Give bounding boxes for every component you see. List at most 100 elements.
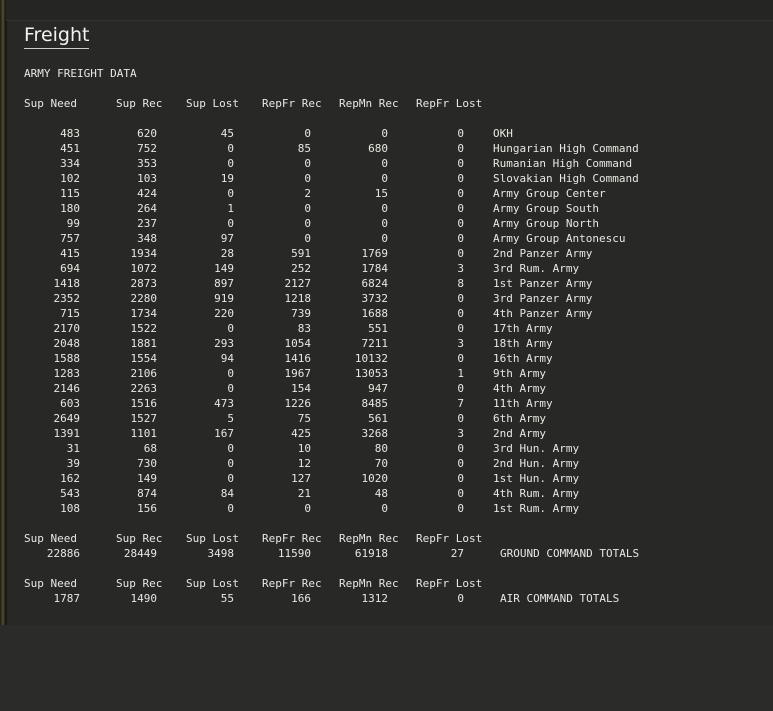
repmn-rec-cell: 0 [381,127,388,140]
total-value: 3498 [207,547,235,560]
repmn-rec-cell: 1784 [361,262,389,275]
total-value: 27 [450,547,464,560]
sup-need-cell: 603 [60,397,80,410]
sup-lost-cell: 293 [214,337,234,350]
sup-need-cell: 483 [60,127,80,140]
table-row: 2170 1522 0 83 551 0 17th Army [0,321,773,336]
sup-lost-cell: 28 [220,247,234,260]
total-value: 1787 [53,592,81,605]
table-row: 694 1072 149 252 1784 3 3rd Rum. Army [0,261,773,276]
sup-lost-cell: 0 [227,382,234,395]
sup-need-cell: 2048 [53,337,81,350]
sup-rec-cell: 103 [137,172,157,185]
unit-name-cell: Army Group Center [493,187,606,200]
repmn-rec-cell: 15 [374,187,388,200]
sup-rec-cell: 1734 [130,307,158,320]
repmn-rec-cell: 1688 [361,307,389,320]
repfr-rec-cell: 75 [297,412,311,425]
repmn-rec-cell: 10132 [354,352,388,365]
col-header: RepMn Rec [339,97,399,110]
repmn-rec-cell: 13053 [354,367,388,380]
sup-lost-cell: 473 [214,397,234,410]
sup-need-cell: 715 [60,307,80,320]
total-value: 61918 [354,547,388,560]
repmn-rec-cell: 0 [381,157,388,170]
repfr-lost-cell: 3 [457,262,464,275]
repfr-rec-cell: 12 [297,457,311,470]
repfr-rec-cell: 83 [297,322,311,335]
repfr-rec-cell: 1226 [284,397,312,410]
table-row: 162 149 0 127 1020 0 1st Hun. Army [0,471,773,486]
table-row: 1391 1101 167 425 3268 3 2nd Army [0,426,773,441]
table-row: 334 353 0 0 0 0 Rumanian High Command [0,156,773,171]
repfr-rec-cell: 739 [291,307,311,320]
table-row: 451 752 0 85 680 0 Hungarian High Command [0,141,773,156]
repfr-lost-cell: 0 [457,352,464,365]
top-strip [6,0,773,21]
sup-need-cell: 39 [66,457,80,470]
sup-need-cell: 2649 [53,412,81,425]
sup-rec-cell: 2280 [130,292,158,305]
table-row: 180 264 1 0 0 0 Army Group South [0,201,773,216]
sup-need-cell: 180 [60,202,80,215]
ground-totals-row: 22886 28449 3498 11590 61918 27 GROUND C… [0,546,773,561]
col-header: RepFr Lost [416,532,483,545]
unit-name-cell: Slovakian High Command [493,172,639,185]
sup-rec-cell: 348 [137,232,157,245]
sup-rec-cell: 1101 [130,427,158,440]
repfr-rec-cell: 21 [297,487,311,500]
unit-name-cell: 1st Hun. Army [493,472,580,485]
unit-name-cell: 9th Army [493,367,546,380]
sup-lost-cell: 220 [214,307,234,320]
page-title: Freight [24,24,90,49]
unit-name-cell: Army Group South [493,202,599,215]
sup-rec-cell: 1072 [130,262,158,275]
table-row: 543 874 84 21 48 0 4th Rum. Army [0,486,773,501]
repmn-rec-cell: 0 [381,232,388,245]
repmn-rec-cell: 0 [381,217,388,230]
sup-rec-cell: 874 [137,487,157,500]
sup-need-cell: 451 [60,142,80,155]
sup-lost-cell: 0 [227,217,234,230]
sup-rec-cell: 424 [137,187,157,200]
repmn-rec-cell: 6824 [361,277,389,290]
repmn-rec-cell: 48 [374,487,388,500]
sup-need-cell: 115 [60,187,80,200]
table-row: 99 237 0 0 0 0 Army Group North [0,216,773,231]
repfr-rec-cell: 0 [304,217,311,230]
unit-name-cell: 2nd Army [493,427,546,440]
repmn-rec-cell: 0 [381,172,388,185]
col-header: Sup Lost [186,532,239,545]
table-row: 39 730 0 12 70 0 2nd Hun. Army [0,456,773,471]
table-row: 2146 2263 0 154 947 0 4th Army [0,381,773,396]
sup-lost-cell: 0 [227,502,234,515]
sup-rec-cell: 1554 [130,352,158,365]
unit-name-cell: 1st Panzer Army [493,277,593,290]
col-header: RepFr Rec [262,97,322,110]
total-value: 0 [457,592,464,605]
sup-rec-cell: 2873 [130,277,158,290]
unit-name-cell: OKH [493,127,513,140]
sup-lost-cell: 919 [214,292,234,305]
sup-rec-cell: 1881 [130,337,158,350]
table-row: 483 620 45 0 0 0 OKH [0,126,773,141]
table-row: 1588 1554 94 1416 10132 0 16th Army [0,351,773,366]
unit-name-cell: 18th Army [493,337,553,350]
unit-name-cell: 11th Army [493,397,553,410]
repmn-rec-cell: 1020 [361,472,389,485]
repfr-rec-cell: 1416 [284,352,312,365]
table-row: 2048 1881 293 1054 7211 3 18th Army [0,336,773,351]
sup-lost-cell: 0 [227,322,234,335]
total-value: 55 [220,592,234,605]
repmn-rec-cell: 0 [381,502,388,515]
unit-name-cell: Army Group Antonescu [493,232,626,245]
unit-name-cell: 2nd Panzer Army [493,247,593,260]
ground-totals-label: GROUND COMMAND TOTALS [500,547,640,560]
repfr-lost-cell: 0 [457,487,464,500]
repfr-lost-cell: 0 [457,322,464,335]
table-row: 603 1516 473 1226 8485 7 11th Army [0,396,773,411]
sup-need-cell: 1418 [53,277,81,290]
unit-name-cell: 6th Army [493,412,546,425]
repfr-lost-cell: 1 [457,367,464,380]
repfr-lost-cell: 0 [457,502,464,515]
